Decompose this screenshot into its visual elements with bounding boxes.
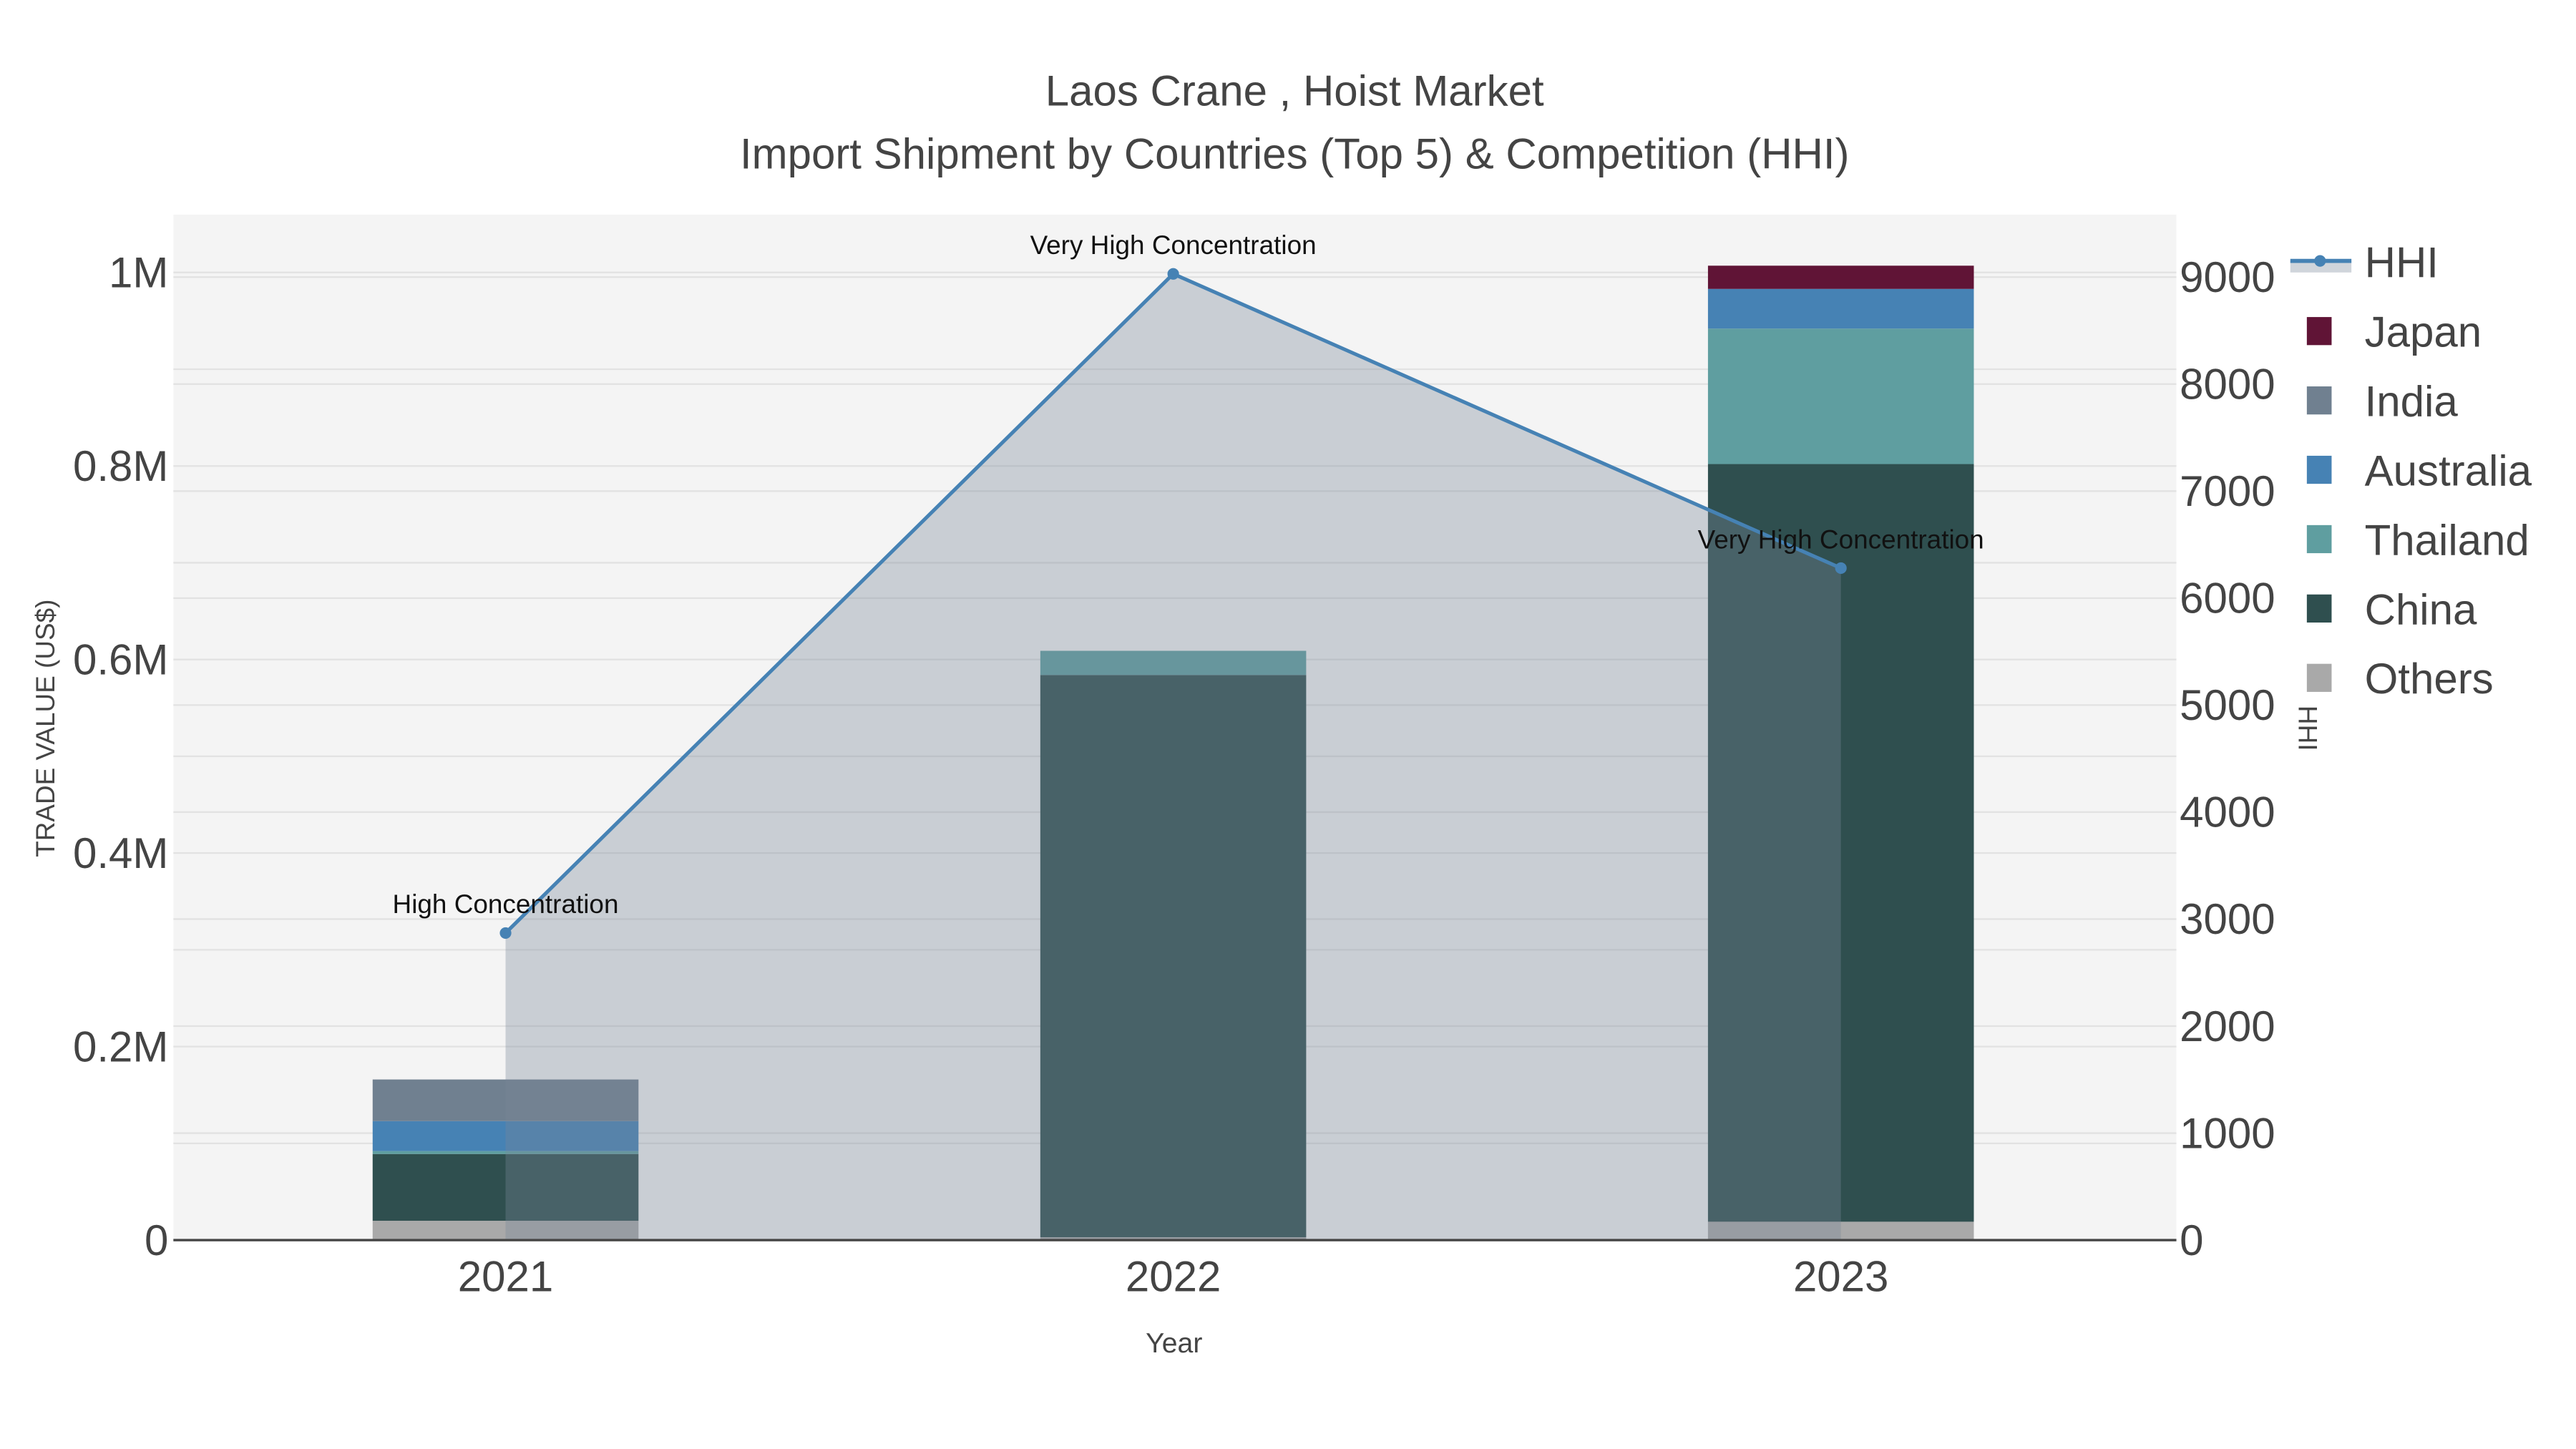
- bar-japan-2023: [1707, 265, 1974, 289]
- y2-tick-label: 0: [2180, 1216, 2203, 1264]
- y2-tick-label: 2000: [2180, 1002, 2275, 1050]
- y-tick-label: 0: [145, 1216, 168, 1264]
- y-tick-label: 0.6M: [73, 635, 168, 683]
- hhi-point-2021: [499, 927, 512, 939]
- legend-label-australia: Australia: [2365, 447, 2532, 494]
- legend-swatch-others: [2306, 663, 2332, 692]
- x-axis-label: Year: [1146, 1327, 1202, 1359]
- legend-label-others: Others: [2365, 655, 2494, 703]
- hhi-point-2022: [1167, 268, 1179, 280]
- y2-axis-label: HHI: [2293, 706, 2322, 751]
- hhi-annotation: Very High Concentration: [1698, 525, 1984, 554]
- y2-tick-label: 8000: [2180, 361, 2275, 409]
- chart-subtitle: Import Shipment by Countries (Top 5) & C…: [740, 130, 1850, 177]
- legend-label-china: China: [2365, 585, 2477, 633]
- legend-swatch-australia: [2306, 455, 2332, 484]
- hhi-annotation: Very High Concentration: [1030, 230, 1317, 260]
- legend-swatch-india: [2306, 386, 2332, 415]
- x-tick-label: 2021: [458, 1253, 553, 1301]
- y2-tick-label: 3000: [2180, 895, 2275, 943]
- y-tick-label: 1M: [109, 249, 168, 297]
- y2-tick-label: 1000: [2180, 1109, 2275, 1157]
- x-tick-label: 2023: [1793, 1253, 1888, 1301]
- y-tick-label: 0.8M: [73, 442, 168, 490]
- x-tick-label: 2022: [1126, 1253, 1221, 1301]
- y2-tick-label: 5000: [2180, 681, 2275, 729]
- legend-swatch-china: [2306, 594, 2332, 623]
- legend-hhi-marker-icon: [2314, 255, 2326, 267]
- chart: Laos Crane , Hoist Market Import Shipmen…: [0, 0, 2576, 1449]
- y-axis-label: TRADE VALUE (US$): [31, 600, 60, 857]
- legend-label-india: India: [2365, 378, 2459, 426]
- bar-australia-2023: [1707, 288, 1974, 329]
- y2-tick-label: 6000: [2180, 575, 2275, 623]
- bar-thailand-2023: [1707, 328, 1974, 464]
- hhi-point-2023: [1835, 562, 1847, 575]
- chart-title: Laos Crane , Hoist Market: [1045, 67, 1544, 115]
- legend-label-thailand: Thailand: [2365, 516, 2529, 564]
- legend-swatch-japan: [2306, 317, 2332, 346]
- legend-label-japan: Japan: [2365, 308, 2482, 356]
- y2-tick-label: 7000: [2180, 467, 2275, 515]
- y2-tick-label: 9000: [2180, 253, 2275, 301]
- y-tick-label: 0.2M: [73, 1023, 168, 1070]
- legend-label-hhi: HHI: [2365, 239, 2439, 287]
- y-tick-label: 0.4M: [73, 829, 168, 877]
- hhi-annotation: High Concentration: [393, 889, 619, 919]
- legend-swatch-thailand: [2306, 525, 2332, 554]
- y2-tick-label: 4000: [2180, 789, 2275, 836]
